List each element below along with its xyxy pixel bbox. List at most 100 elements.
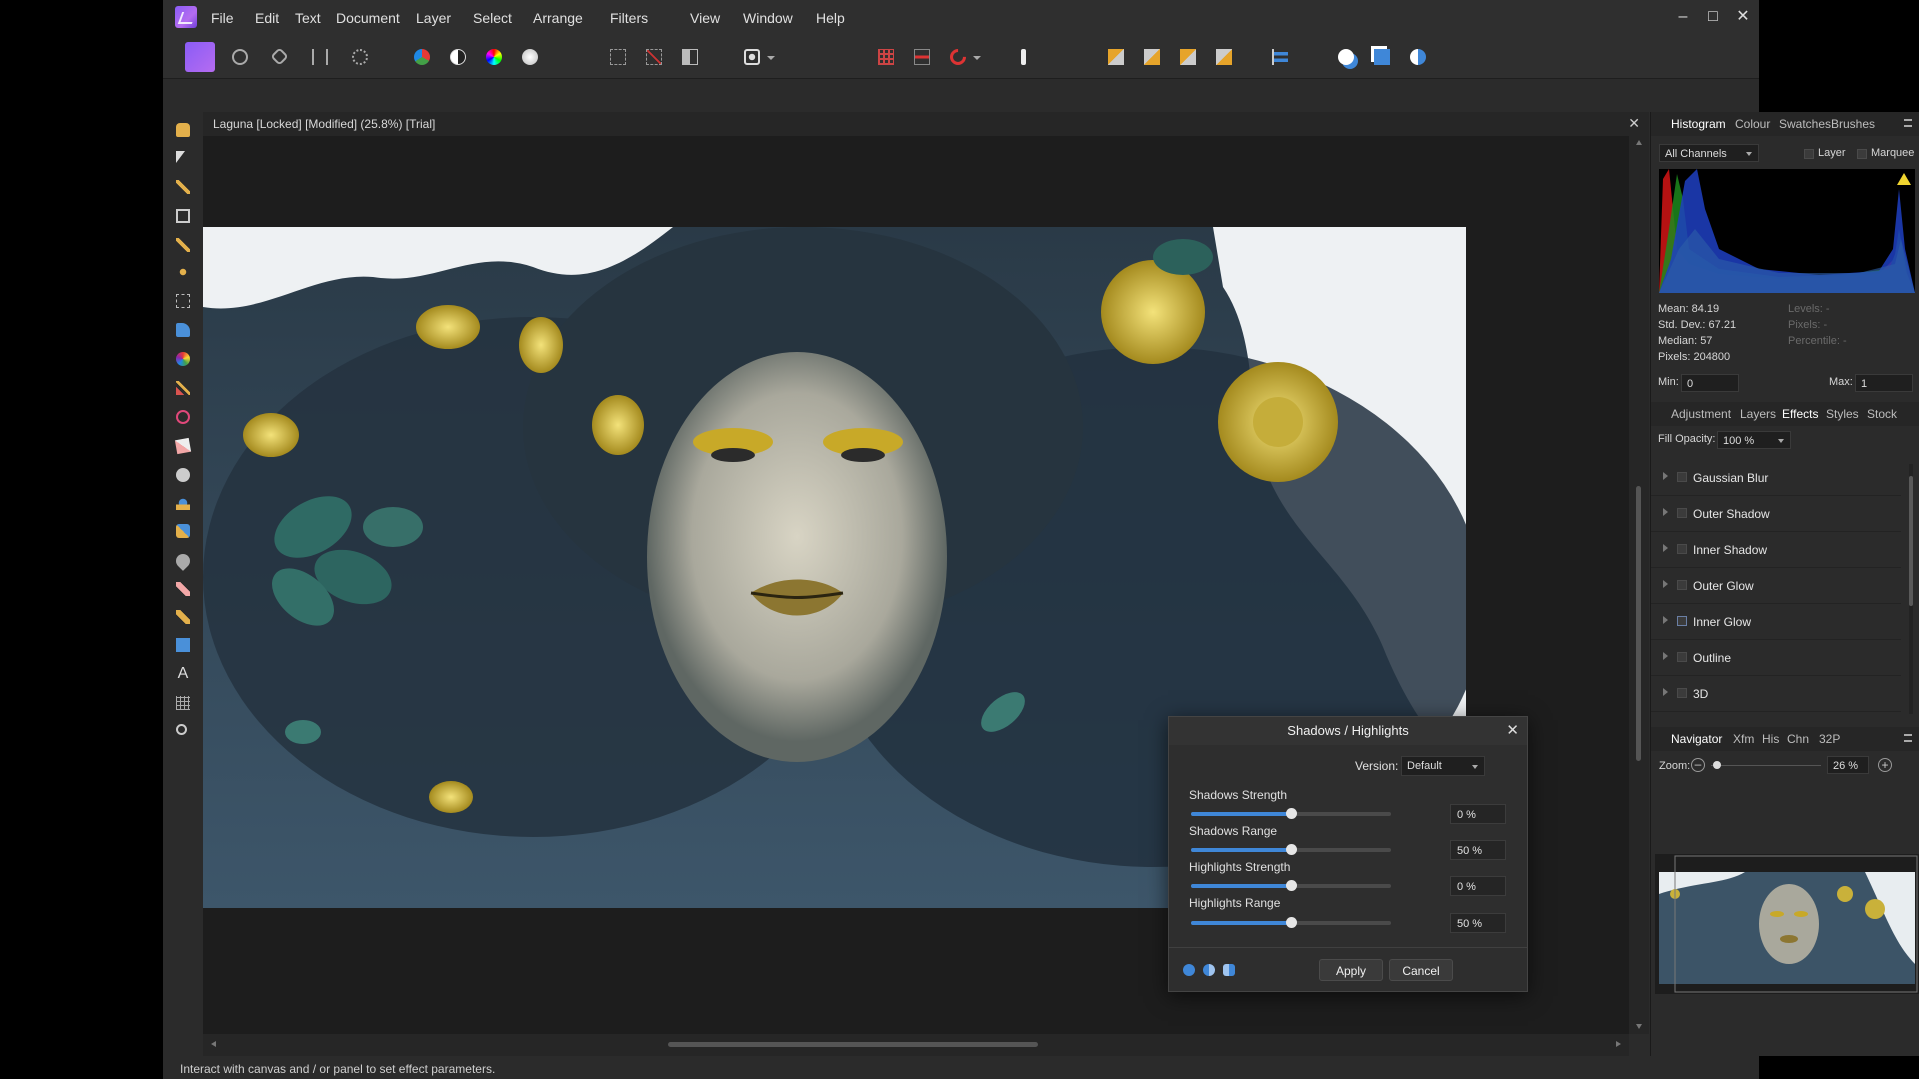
- menu-edit[interactable]: Edit: [255, 10, 279, 26]
- preview-mode-icon[interactable]: [1183, 964, 1195, 976]
- blur-brush-tool-icon[interactable]: [173, 551, 193, 571]
- quick-mask-icon[interactable]: [739, 44, 765, 70]
- slider-knob[interactable]: [1286, 808, 1297, 819]
- min-input[interactable]: 0: [1681, 374, 1739, 392]
- menu-window[interactable]: Window: [743, 10, 793, 26]
- tab-effects[interactable]: Effects: [1782, 407, 1818, 421]
- menu-select[interactable]: Select: [473, 10, 512, 26]
- scroll-right-icon[interactable]: [1616, 1041, 1621, 1047]
- close-dialog-button[interactable]: ✕: [1506, 721, 1519, 739]
- zoom-slider[interactable]: [1711, 761, 1821, 769]
- pen-tool-icon[interactable]: [173, 607, 193, 627]
- effects-scrollbar[interactable]: [1909, 464, 1913, 714]
- guides-icon[interactable]: [909, 44, 935, 70]
- tab-colour[interactable]: Colour: [1735, 117, 1770, 131]
- gradient-tool-icon[interactable]: [173, 349, 193, 369]
- cancel-button[interactable]: Cancel: [1389, 959, 1453, 981]
- healing-brush-tool-icon[interactable]: [173, 521, 193, 541]
- rectangular-marquee-tool-icon[interactable]: [173, 291, 193, 311]
- tab-brushes[interactable]: Brushes: [1831, 117, 1875, 131]
- crop-tool-icon[interactable]: [173, 206, 193, 226]
- scroll-down-icon[interactable]: [1636, 1024, 1642, 1029]
- grid-icon[interactable]: [873, 44, 899, 70]
- layer-checkbox[interactable]: [1804, 149, 1814, 159]
- tab-stock[interactable]: Stock: [1867, 407, 1897, 421]
- effects-scroll-thumb[interactable]: [1909, 476, 1913, 606]
- dodge-tool-icon[interactable]: [173, 465, 193, 485]
- panel-menu-icon[interactable]: [1904, 734, 1912, 742]
- effect-3d[interactable]: 3D: [1651, 676, 1901, 712]
- tab-swatches[interactable]: Swatches: [1779, 117, 1831, 131]
- highlights-strength-value[interactable]: 0 %: [1450, 876, 1506, 896]
- selection-brush-tool-icon[interactable]: [173, 235, 193, 255]
- shadows-strength-value[interactable]: 0 %: [1450, 804, 1506, 824]
- clone-tool-icon[interactable]: [173, 493, 193, 513]
- invert-selection-icon[interactable]: [677, 44, 703, 70]
- expand-arrow-icon[interactable]: [1663, 508, 1668, 516]
- channels-select[interactable]: All Channels: [1659, 144, 1759, 162]
- move-to-back-icon[interactable]: [1103, 44, 1129, 70]
- close-window-button[interactable]: ✕: [1731, 6, 1755, 28]
- expand-arrow-icon[interactable]: [1663, 652, 1668, 660]
- tone-mapping-persona-icon[interactable]: [307, 44, 333, 70]
- menu-text[interactable]: Text: [295, 10, 321, 26]
- flood-select-tool-icon[interactable]: [173, 262, 193, 282]
- mask-dropdown-icon[interactable]: [767, 56, 775, 60]
- move-back-one-icon[interactable]: [1139, 44, 1165, 70]
- expand-arrow-icon[interactable]: [1663, 580, 1668, 588]
- max-input[interactable]: 1: [1855, 374, 1913, 392]
- rectangle-tool-icon[interactable]: [173, 635, 193, 655]
- erase-brush-tool-icon[interactable]: [173, 436, 193, 456]
- tab-32p[interactable]: 32P: [1819, 732, 1840, 746]
- photo-persona-icon[interactable]: [185, 42, 215, 72]
- zoom-out-icon[interactable]: –: [1691, 758, 1705, 772]
- slider-knob[interactable]: [1286, 880, 1297, 891]
- effect-checkbox[interactable]: [1677, 616, 1687, 626]
- zoom-value-input[interactable]: 26 %: [1827, 756, 1869, 774]
- tab-chn[interactable]: Chn: [1787, 732, 1809, 746]
- move-tool-icon[interactable]: [173, 148, 193, 168]
- tab-histogram[interactable]: Histogram: [1671, 117, 1726, 131]
- export-persona-icon[interactable]: [347, 44, 373, 70]
- snapping-dropdown-icon[interactable]: [973, 56, 981, 60]
- menu-help[interactable]: Help: [816, 10, 845, 26]
- effect-outer-shadow[interactable]: Outer Shadow: [1651, 496, 1901, 532]
- menu-file[interactable]: File: [211, 10, 234, 26]
- expand-arrow-icon[interactable]: [1663, 616, 1668, 624]
- version-select[interactable]: Default: [1401, 756, 1485, 776]
- auto-colours-icon[interactable]: [481, 44, 507, 70]
- auto-levels-icon[interactable]: [409, 44, 435, 70]
- deselect-icon[interactable]: [641, 44, 667, 70]
- navigator-preview[interactable]: [1655, 854, 1919, 994]
- horizontal-scroll-thumb[interactable]: [668, 1042, 1038, 1047]
- tab-his[interactable]: His: [1762, 732, 1779, 746]
- split-view-icon[interactable]: [1203, 964, 1215, 976]
- auto-contrast-icon[interactable]: [445, 44, 471, 70]
- boolean-intersect-icon[interactable]: [1405, 44, 1431, 70]
- expand-arrow-icon[interactable]: [1663, 544, 1668, 552]
- fill-opacity-select[interactable]: 100 %: [1717, 431, 1791, 449]
- effect-checkbox[interactable]: [1677, 472, 1687, 482]
- menu-arrange[interactable]: Arrange: [533, 10, 583, 26]
- menu-document[interactable]: Document: [336, 10, 400, 26]
- effect-outline[interactable]: Outline: [1651, 640, 1901, 676]
- color-picker-tool-icon[interactable]: [173, 177, 193, 197]
- close-document-button[interactable]: ✕: [1628, 115, 1640, 132]
- zoom-in-icon[interactable]: +: [1878, 758, 1892, 772]
- menu-view[interactable]: View: [690, 10, 720, 26]
- artistic-text-tool-icon[interactable]: A: [173, 664, 193, 684]
- tab-layers[interactable]: Layers: [1740, 407, 1776, 421]
- effect-inner-shadow[interactable]: Inner Shadow: [1651, 532, 1901, 568]
- menu-layer[interactable]: Layer: [416, 10, 451, 26]
- maximize-button[interactable]: □: [1701, 6, 1725, 28]
- alignment-icon[interactable]: [1267, 44, 1293, 70]
- scroll-left-icon[interactable]: [211, 1041, 216, 1047]
- mesh-warp-tool-icon[interactable]: [173, 693, 193, 713]
- sharpen-brush-tool-icon[interactable]: [173, 579, 193, 599]
- document-tab[interactable]: Laguna [Locked] [Modified] (25.8%) [Tria…: [203, 112, 1649, 137]
- highlights-strength-slider[interactable]: [1191, 880, 1391, 891]
- zoom-tool-icon[interactable]: [173, 721, 193, 741]
- highlights-range-slider[interactable]: [1191, 917, 1391, 928]
- zoom-slider-knob[interactable]: [1712, 761, 1721, 769]
- mirrored-view-icon[interactable]: [1223, 964, 1235, 976]
